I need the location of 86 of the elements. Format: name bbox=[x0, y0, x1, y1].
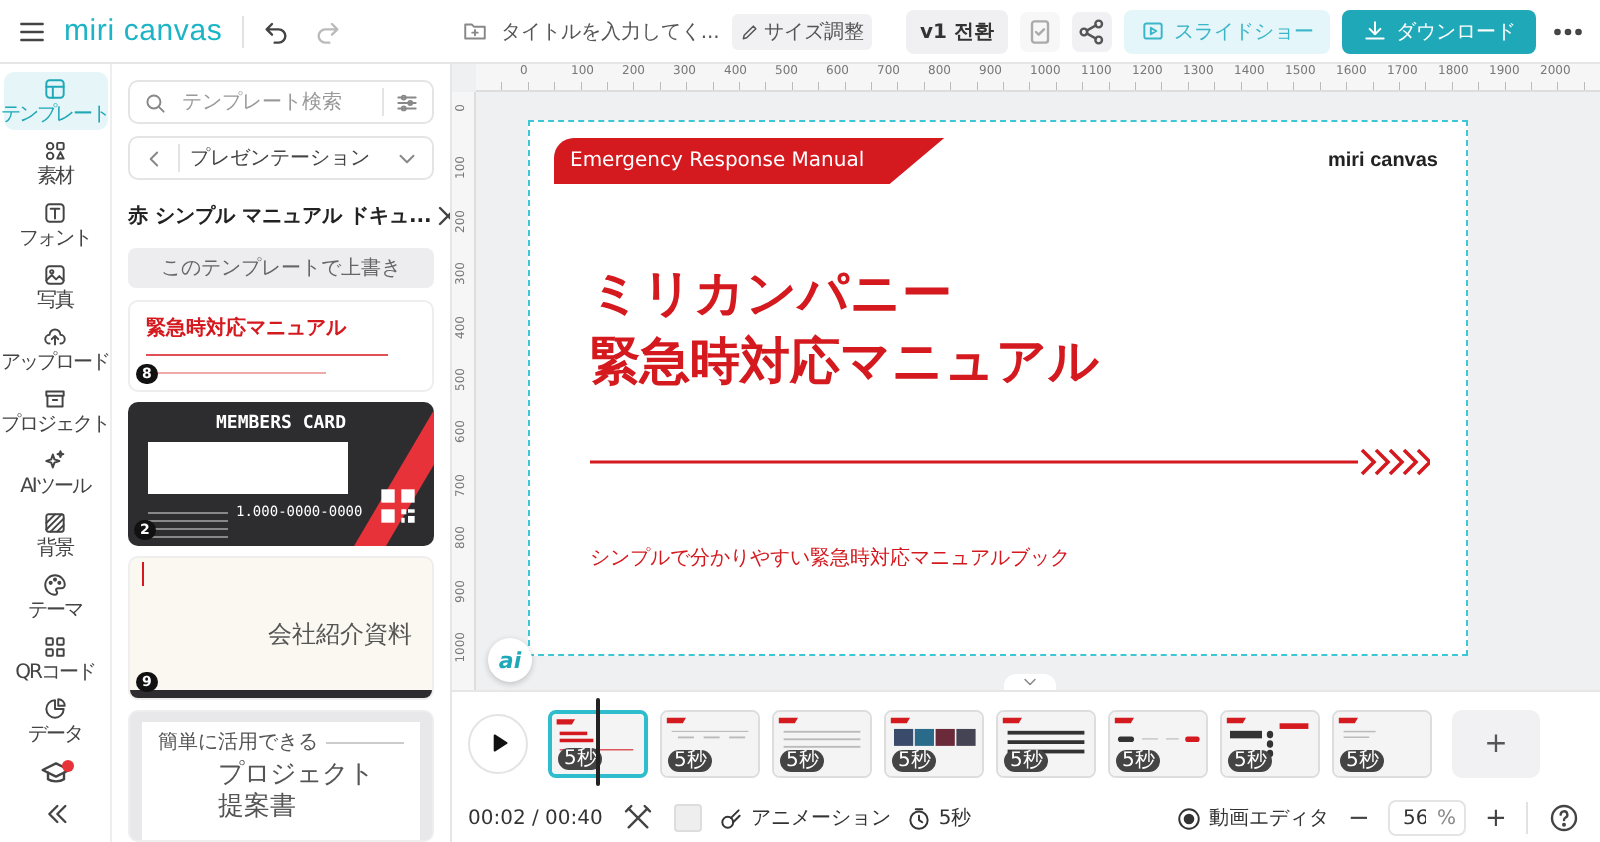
cloud-upload-icon bbox=[42, 324, 68, 350]
rail-item[interactable]: 素材 bbox=[3, 134, 107, 192]
record-icon bbox=[1176, 805, 1203, 831]
share-icon bbox=[1075, 15, 1108, 47]
slide-preview-drawing bbox=[1222, 711, 1318, 775]
rail-item[interactable]: データ bbox=[3, 692, 107, 750]
text-icon bbox=[42, 200, 68, 226]
slide-thumbnail[interactable]: 5秒 bbox=[1220, 709, 1320, 777]
zoom-in-button[interactable]: + bbox=[1482, 803, 1510, 833]
slide-thumbnail[interactable]: 5秒 bbox=[660, 709, 760, 777]
slide-thumbnail[interactable]: 5秒 bbox=[1332, 709, 1432, 777]
layout-icon bbox=[42, 76, 68, 102]
search-icon bbox=[142, 89, 168, 115]
sliders-icon bbox=[394, 89, 420, 115]
version-button[interactable]: v1 전환 bbox=[906, 9, 1008, 53]
template-name: 赤 シンプル マニュアル ドキュ... bbox=[128, 202, 432, 230]
play-screen-icon bbox=[1139, 18, 1166, 44]
percent-label: % bbox=[1436, 807, 1456, 829]
slide-thumbnail[interactable]: 5秒 bbox=[548, 709, 648, 777]
rail-item[interactable]: プロジェクト bbox=[3, 382, 107, 440]
search-field[interactable]: テンプレート検索 bbox=[178, 89, 372, 115]
palette-icon bbox=[42, 572, 68, 598]
category-dropdown[interactable]: プレゼンテーション bbox=[128, 136, 434, 180]
playback-time: 00:02 / 00:40 bbox=[468, 807, 603, 829]
video-editor-button[interactable]: 動画エディタ bbox=[1176, 804, 1329, 832]
hatched-square-icon bbox=[42, 510, 68, 536]
template-title: 会社紹介資料 bbox=[268, 618, 412, 652]
resize-button[interactable]: サイズ調整 bbox=[731, 13, 872, 49]
slide-thumbnail[interactable]: 5秒 bbox=[1108, 709, 1208, 777]
slide-preview-drawing bbox=[1334, 711, 1430, 775]
apply-template-button[interactable]: このテンプレートで上書き bbox=[128, 248, 434, 288]
sparkle-icon bbox=[42, 448, 68, 474]
folder-icon bbox=[462, 18, 489, 44]
box-icon bbox=[42, 386, 68, 412]
download-icon bbox=[1361, 18, 1388, 44]
slide-preview-drawing bbox=[886, 711, 982, 775]
slide-preview-drawing bbox=[998, 711, 1094, 775]
pie-chart-icon bbox=[42, 696, 68, 722]
animation-button[interactable]: アニメーション bbox=[718, 804, 891, 832]
zoom-field[interactable]: 56 bbox=[1398, 805, 1431, 831]
duration-button[interactable]: 5秒 bbox=[906, 804, 972, 832]
share-button[interactable] bbox=[1071, 11, 1112, 51]
timer-icon bbox=[906, 805, 933, 831]
slide-logo: miri canvas bbox=[1327, 150, 1438, 172]
zoom-out-button[interactable]: − bbox=[1344, 803, 1373, 833]
slide-thumbnail[interactable]: 5秒 bbox=[996, 709, 1096, 777]
rail-item[interactable]: QRコード bbox=[3, 630, 107, 688]
add-slide-button[interactable]: + bbox=[1452, 709, 1540, 777]
qr-code-icon bbox=[378, 486, 418, 526]
category-label: プレゼンテーション bbox=[190, 145, 372, 172]
slide-title: ミリカンパニー 緊急時対応マニュアル bbox=[590, 262, 1102, 394]
slide-preview-drawing bbox=[662, 711, 758, 775]
rail-item[interactable]: 背景 bbox=[3, 506, 107, 564]
rail-item[interactable]: テーマ bbox=[3, 568, 107, 626]
template-title: MEMBERS CARD bbox=[216, 414, 347, 434]
template-caption: 簡単に活用できる bbox=[158, 730, 318, 756]
link-icon bbox=[718, 805, 745, 831]
search-bar[interactable]: テンプレート検索 bbox=[128, 80, 434, 124]
color-swatch[interactable] bbox=[674, 804, 703, 832]
rail-item[interactable]: AIツール bbox=[3, 444, 107, 502]
slide-thumbnail[interactable]: 5秒 bbox=[772, 709, 872, 777]
document-title[interactable]: タイトルを入力してく... bbox=[500, 17, 720, 45]
collapse-tab[interactable] bbox=[1004, 674, 1056, 690]
rail-item[interactable]: アップロード bbox=[3, 320, 107, 378]
help-icon bbox=[1548, 802, 1580, 834]
slide-preview-drawing bbox=[774, 711, 870, 775]
template-title: プロジェクト 提案書 bbox=[218, 760, 376, 824]
shapes-icon bbox=[42, 138, 68, 164]
slide[interactable]: Emergency Response Manual miri canvas ミリカンパニー 緊急時対応マニュアル シンプルで分かりやすい緊急時対応マニュアルブック bbox=[528, 120, 1468, 656]
slide-subtitle: シンプルで分かりやすい緊急時対応マニュアルブック bbox=[590, 545, 1072, 572]
slider-line bbox=[326, 741, 404, 743]
template-card[interactable]: 簡単に活用できる プロジェクト 提案書 bbox=[128, 710, 434, 842]
pencil-icon bbox=[739, 21, 760, 41]
rail-item[interactable]: フォント bbox=[3, 196, 107, 254]
rail-item[interactable]: 写真 bbox=[3, 258, 107, 316]
qr-code-icon bbox=[42, 634, 68, 660]
play-button[interactable] bbox=[468, 713, 528, 773]
slide-thumbnail[interactable]: 5秒 bbox=[884, 709, 984, 777]
template-title: 緊急時対応マニュアル bbox=[146, 314, 349, 342]
more-icon bbox=[1553, 27, 1582, 35]
accent-line bbox=[142, 562, 144, 586]
image-icon bbox=[42, 262, 68, 288]
zoom-control[interactable]: 56 % bbox=[1388, 800, 1466, 836]
slide-tab: Emergency Response Manual bbox=[554, 138, 945, 184]
crossed-tools-icon bbox=[622, 802, 655, 834]
slide-preview-drawing bbox=[1110, 711, 1206, 775]
